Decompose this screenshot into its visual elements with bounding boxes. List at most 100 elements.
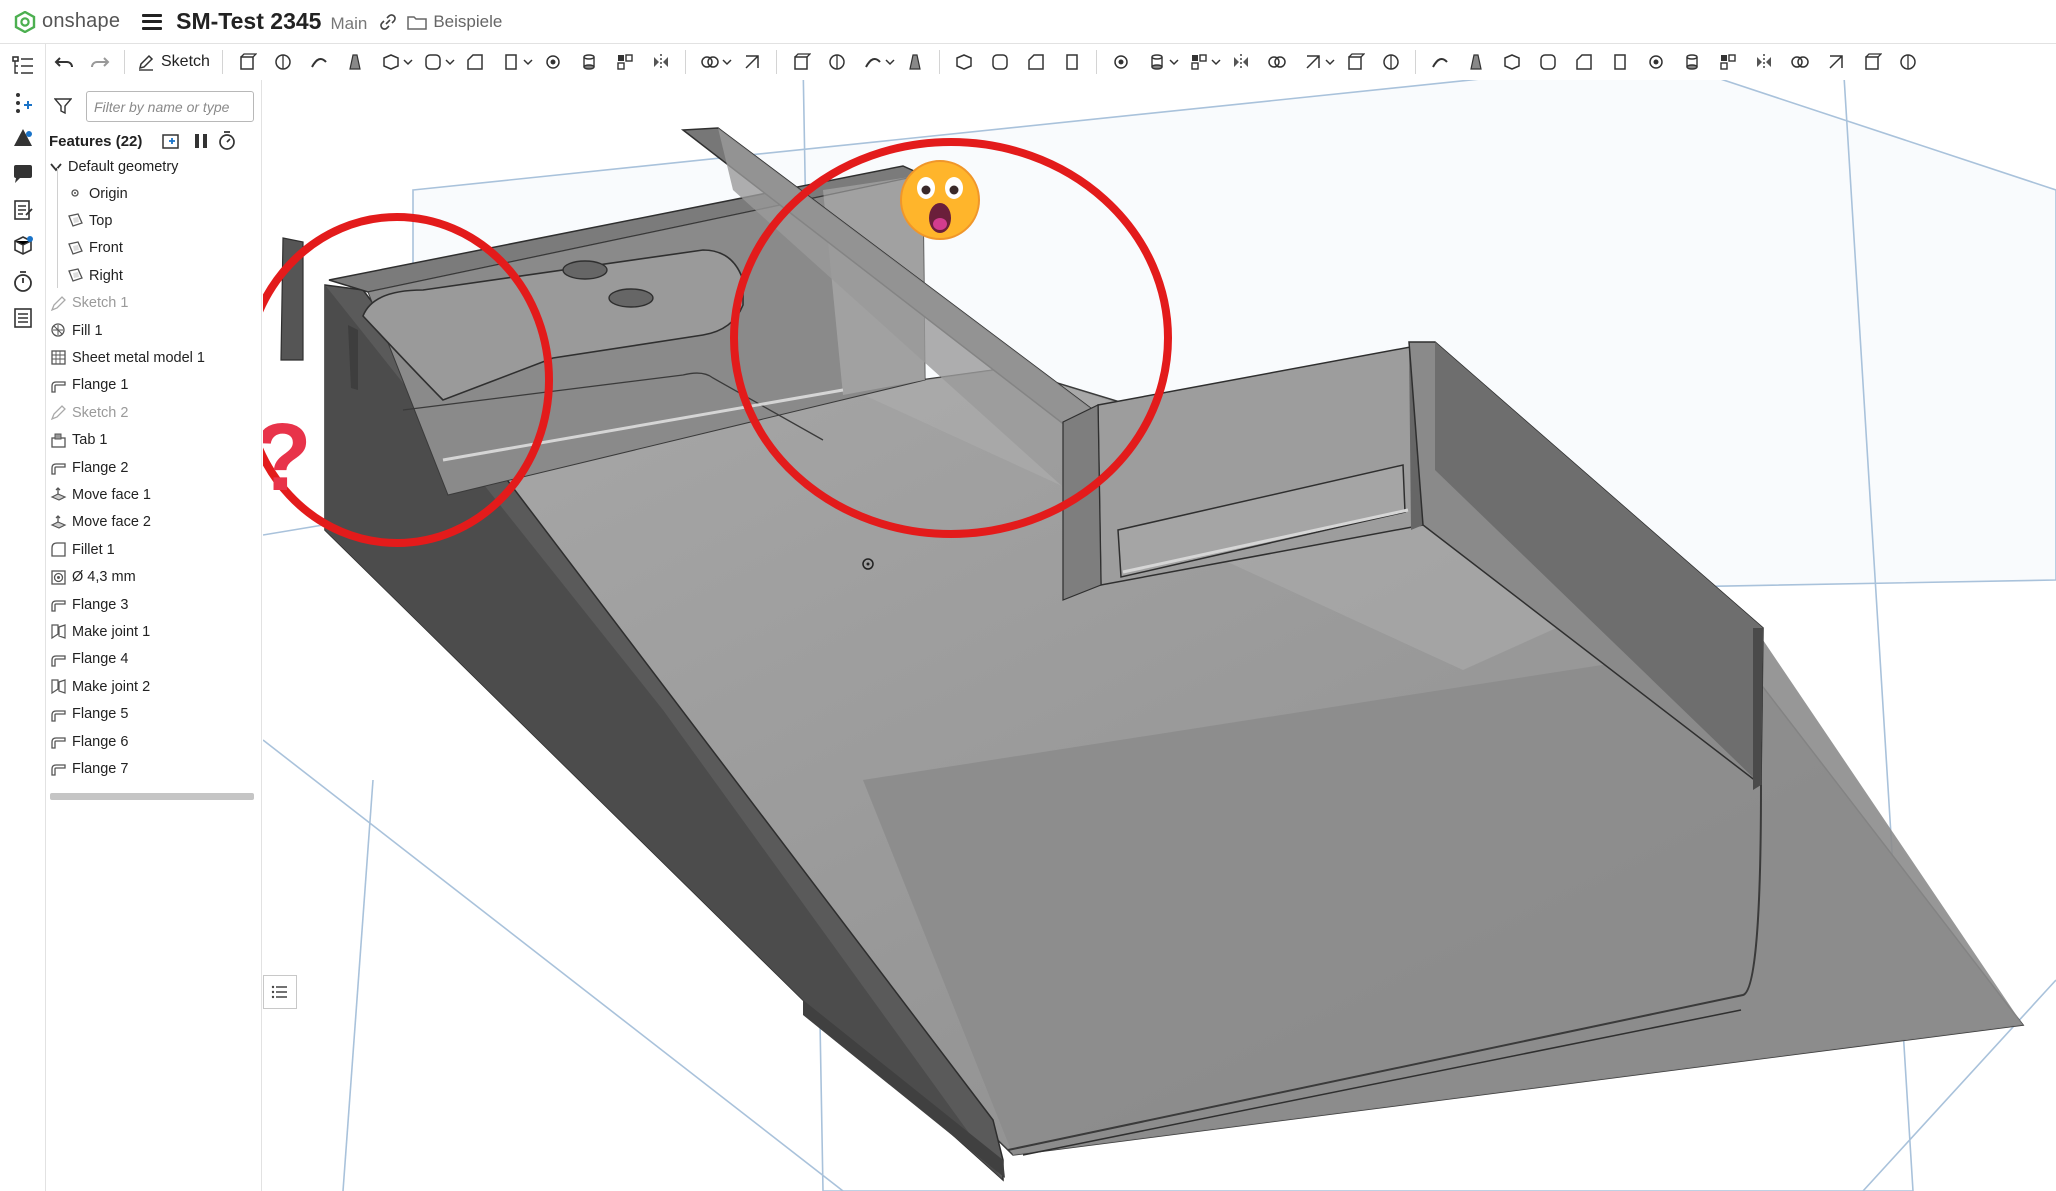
redo-icon[interactable]: [87, 49, 113, 75]
transform-icon[interactable]: [860, 49, 886, 75]
tree-item-flange-7[interactable]: Flange 7: [46, 755, 262, 782]
thicken-icon[interactable]: [378, 49, 404, 75]
tree-item-flange-3[interactable]: Flange 3: [46, 591, 262, 618]
bill-of-materials-icon[interactable]: [11, 306, 35, 330]
measure-icon[interactable]: [1228, 49, 1254, 75]
tree-item-fillet-1[interactable]: Fillet 1: [46, 536, 262, 563]
tree-item-make-joint-2[interactable]: Make joint 2: [46, 673, 262, 700]
sheet-metal-icon[interactable]: [1427, 49, 1453, 75]
onshape-logo[interactable]: onshape: [14, 10, 120, 33]
chevron-down-icon[interactable]: [445, 49, 455, 75]
unfold-icon[interactable]: [1607, 49, 1633, 75]
tree-item-top[interactable]: Top: [46, 207, 262, 234]
draft-icon[interactable]: [498, 49, 524, 75]
flat-icon[interactable]: [1859, 49, 1885, 75]
hole-icon[interactable]: [612, 49, 638, 75]
tree-item-flange-4[interactable]: Flange 4: [46, 646, 262, 673]
tag-icon[interactable]: [1378, 49, 1404, 75]
stopwatch-icon[interactable]: [217, 131, 237, 151]
timer-icon[interactable]: [11, 270, 35, 294]
tree-item-flange-6[interactable]: Flange 6: [46, 728, 262, 755]
document-title[interactable]: SM-Test 2345: [176, 8, 321, 35]
chevron-down-icon[interactable]: [523, 49, 533, 75]
modify-fillet-icon[interactable]: [951, 49, 977, 75]
fillet-icon[interactable]: [420, 49, 446, 75]
flange-icon[interactable]: [1463, 49, 1489, 75]
parts-icon[interactable]: [11, 234, 35, 258]
tree-item-flange-1[interactable]: Flange 1: [46, 372, 262, 399]
tab-icon[interactable]: [1499, 49, 1525, 75]
folder-icon[interactable]: [407, 14, 428, 30]
thread-icon[interactable]: [648, 49, 674, 75]
add-variable-icon[interactable]: [11, 90, 35, 114]
rip-icon[interactable]: [1787, 49, 1813, 75]
delete-part-icon[interactable]: [902, 49, 928, 75]
appearance-icon[interactable]: [11, 126, 35, 150]
variable-icon[interactable]: [1186, 49, 1212, 75]
filter-input[interactable]: [86, 91, 254, 122]
chevron-down-icon[interactable]: [403, 49, 413, 75]
mirror-icon[interactable]: [739, 49, 765, 75]
chevron-down-icon[interactable]: [722, 49, 732, 75]
rib-icon[interactable]: [540, 49, 566, 75]
tree-item-sheet-metal-model-1[interactable]: Sheet metal model 1: [46, 344, 262, 371]
mate-connector-icon[interactable]: [1144, 49, 1170, 75]
filter-icon[interactable]: [54, 97, 72, 115]
pattern-icon[interactable]: [697, 49, 723, 75]
chevron-down-icon[interactable]: [1325, 49, 1335, 75]
pause-icon[interactable]: [191, 131, 211, 151]
more-icon[interactable]: [1895, 49, 1921, 75]
shell-icon[interactable]: [576, 49, 602, 75]
expression-icon[interactable]: [1300, 49, 1326, 75]
assembly-icon[interactable]: [1342, 49, 1368, 75]
tree-item-move-face-1[interactable]: Move face 1: [46, 481, 262, 508]
tree-item-flange-5[interactable]: Flange 5: [46, 701, 262, 728]
tree-item-make-joint-1[interactable]: Make joint 1: [46, 618, 262, 645]
section-icon[interactable]: [1264, 49, 1290, 75]
feature-list-icon[interactable]: [11, 54, 35, 78]
graphics-viewport[interactable]: ?: [263, 80, 2056, 1191]
delete-face-icon[interactable]: [987, 49, 1013, 75]
sketch-button[interactable]: Sketch: [131, 48, 216, 76]
chevron-down-icon[interactable]: [1211, 49, 1221, 75]
revolve-icon[interactable]: [270, 49, 296, 75]
notes-icon[interactable]: [11, 198, 35, 222]
hamburger-menu-icon[interactable]: [142, 13, 163, 30]
move-face-icon[interactable]: [1023, 49, 1049, 75]
hem-icon[interactable]: [1643, 49, 1669, 75]
bend-relief-icon[interactable]: [1715, 49, 1741, 75]
chevron-down-icon[interactable]: [1169, 49, 1179, 75]
link-icon[interactable]: [379, 13, 397, 31]
replace-face-icon[interactable]: [1059, 49, 1085, 75]
tree-item-sketch-2[interactable]: Sketch 2: [46, 399, 262, 426]
joint-icon[interactable]: [1751, 49, 1777, 75]
folder-name[interactable]: Beispiele: [433, 12, 502, 32]
undo-icon[interactable]: [51, 49, 77, 75]
corner-icon[interactable]: [1679, 49, 1705, 75]
branch-label[interactable]: Main: [330, 14, 367, 34]
tree-default-geometry[interactable]: Default geometry: [46, 153, 262, 180]
tree-item-4-3-mm[interactable]: Ø 4,3 mm: [46, 564, 262, 591]
boolean-icon[interactable]: [788, 49, 814, 75]
chamfer-icon[interactable]: [462, 49, 488, 75]
sweep-icon[interactable]: [306, 49, 332, 75]
list-toggle-button[interactable]: [263, 975, 297, 1009]
tree-item-sketch-1[interactable]: Sketch 1: [46, 290, 262, 317]
feature-panel-scrollbar[interactable]: [50, 793, 254, 800]
plane-icon[interactable]: [1108, 49, 1134, 75]
tree-item-origin[interactable]: Origin: [46, 180, 262, 207]
finish-icon[interactable]: [1823, 49, 1849, 75]
split-icon[interactable]: [824, 49, 850, 75]
tree-item-flange-2[interactable]: Flange 2: [46, 454, 262, 481]
add-folder-icon[interactable]: [161, 131, 181, 151]
loft-icon[interactable]: [342, 49, 368, 75]
chevron-down-icon[interactable]: [49, 160, 63, 174]
extrude-icon[interactable]: [234, 49, 260, 75]
tree-item-tab-1[interactable]: Tab 1: [46, 427, 262, 454]
tree-item-fill-1[interactable]: Fill 1: [46, 317, 262, 344]
chevron-down-icon[interactable]: [885, 49, 895, 75]
3d-model-view[interactable]: ?: [263, 80, 2056, 1191]
tree-item-right[interactable]: Right: [46, 262, 262, 289]
comments-icon[interactable]: [11, 162, 35, 186]
form-icon[interactable]: [1571, 49, 1597, 75]
